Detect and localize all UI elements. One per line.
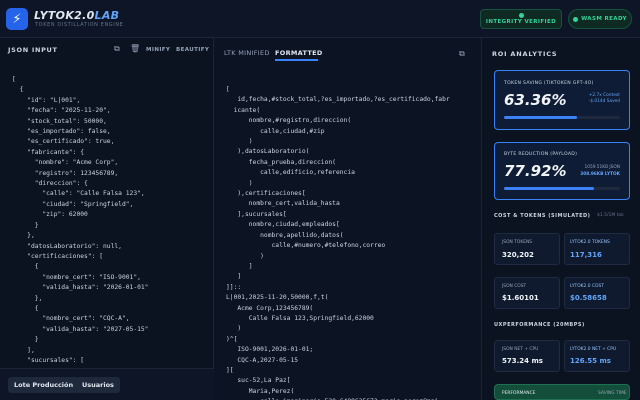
status-dot-icon <box>518 13 524 18</box>
json-input-editor[interactable]: [ { "id": "L|001", "fecha": "2025-11-20"… <box>12 75 148 366</box>
json-tokens-value: 320,202 <box>502 251 534 259</box>
tab-lote-produccion[interactable]: Lote Producción <box>8 377 80 393</box>
json-cost-card <box>494 277 560 309</box>
lytok-cost-value: $0.58658 <box>570 294 607 302</box>
json-cost-label: JSON COST <box>502 284 527 289</box>
brand-title: LYTOK2.0LAB <box>34 9 120 22</box>
json-size-note: 1059.51KB JSON <box>584 165 621 170</box>
active-tab-indicator <box>275 59 318 61</box>
lytok-tokens-card <box>564 233 630 265</box>
token-progress-fill <box>504 116 578 119</box>
byte-progress-fill <box>504 187 595 190</box>
roi-title: ROI ANALYTICS <box>492 50 558 58</box>
minify-button[interactable]: MINIFY <box>146 47 170 53</box>
cost-tokens-title: COST & TOKENS (SIMULATED) <box>494 213 591 219</box>
tab-formatted[interactable]: FORMATTED <box>275 49 323 57</box>
json-tokens-label: JSON TOKENS <box>502 240 533 245</box>
byte-reduction-value: 77.92% <box>504 162 567 180</box>
lightning-icon: ⚡ <box>6 8 28 30</box>
lytok-cost-card <box>564 277 630 309</box>
saving-time-label: SAVING TIME <box>598 391 627 396</box>
beautify-button[interactable]: BEAUTIFY <box>176 47 209 53</box>
lytok-size-note: 308.96KB LYTOK <box>580 172 620 177</box>
byte-reduction-label: BYTE REDUCTION (PAYLOAD) <box>504 152 578 157</box>
token-saving-label: TOKEN SAVING (TIKTOKEN GPT-4O) <box>504 81 594 86</box>
cost-rate: $1.5/1M tok <box>597 213 624 218</box>
wasm-badge: WASM READY <box>568 9 632 29</box>
copy-icon[interactable]: ⧉ <box>459 49 465 59</box>
brand-subtitle: TOKEN DISTILLATION ENGINE <box>35 22 124 28</box>
tab-usuarios[interactable]: Usuarios <box>76 377 120 393</box>
integrity-badge: INTEGRITY VERIFIED <box>480 9 562 29</box>
trash-icon[interactable]: 🗑 <box>130 44 140 53</box>
json-time-card <box>494 340 560 372</box>
lytok-tokens-value: 117,316 <box>570 251 602 259</box>
json-time-value: 573.24 ms <box>502 357 543 365</box>
tab-ltk-minified[interactable]: LTK MINIFIED <box>224 49 270 57</box>
json-time-label: JSON NET + CPU <box>502 347 539 352</box>
lytok-time-card <box>564 340 630 372</box>
token-saving-value: 63.36% <box>504 91 567 109</box>
performance-label: PERFORMANCE <box>502 391 536 396</box>
lytok-time-value: 126.55 ms <box>570 357 611 365</box>
lytok-tokens-label: LYTOK2.0 TOKENS <box>570 240 610 245</box>
json-input-title: JSON INPUT <box>8 46 58 54</box>
token-saved-note: -$.0144 Saved <box>588 99 620 104</box>
lytok-cost-label: LYTOK2.0 COST <box>570 284 604 289</box>
json-cost-value: $1.60101 <box>502 294 539 302</box>
json-tokens-card <box>494 233 560 265</box>
ltk-output-viewer: [ id,fecha,#stock_total,?es_importado,?e… <box>226 86 450 400</box>
lytok-time-label: LYTOK2.0 NET + CPU <box>570 347 617 352</box>
performance-title: UXPERFORMANCE (20MBPS) <box>494 322 585 328</box>
status-dot-icon <box>573 16 579 22</box>
copy-icon[interactable]: ⧉ <box>114 44 120 54</box>
